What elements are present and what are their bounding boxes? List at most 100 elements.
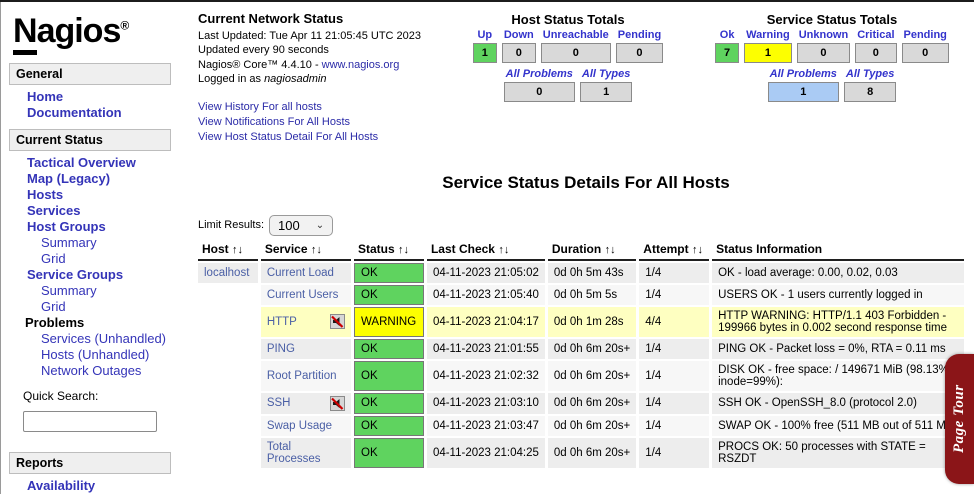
status-info-cell: OK - load average: 0.00, 0.02, 0.03: [712, 263, 964, 283]
sidebar-item-map-legacy[interactable]: Map (Legacy): [27, 171, 185, 187]
limit-results-row: Limit Results: 100 ⌄: [198, 215, 974, 236]
sidebar-item-services[interactable]: Services: [27, 203, 185, 219]
status-info-cell: DISK OK - free space: / 149671 MiB (98.1…: [712, 361, 964, 391]
sidebar-item-availability[interactable]: Availability: [27, 478, 185, 494]
service-link[interactable]: Current Load: [267, 267, 334, 279]
logo-rest: agios: [37, 12, 121, 50]
host-unreachable-link[interactable]: Unreachable: [541, 29, 611, 41]
view-notifications-link[interactable]: View Notifications For All Hosts: [198, 115, 443, 130]
notifications-disabled-icon[interactable]: [330, 396, 345, 411]
quick-search-input[interactable]: [23, 411, 157, 432]
service-link[interactable]: HTTP: [267, 316, 297, 328]
status-information-header-label: Status Information: [716, 242, 822, 256]
column-header-host: Host ↑↓: [198, 240, 258, 261]
service-header-label: Service: [265, 242, 308, 256]
sidebar-item-services-unhandled[interactable]: Services (Unhandled): [27, 331, 185, 347]
service-totals-aggregate-row: All Problems 1 All Types 8: [768, 68, 897, 102]
view-host-status-link[interactable]: View Host Status Detail For All Hosts: [198, 130, 443, 145]
service-link[interactable]: SSH: [267, 397, 291, 409]
service-pending-link[interactable]: Pending: [902, 29, 949, 41]
column-header-duration: Duration ↑↓: [548, 240, 636, 261]
service-critical-link[interactable]: Critical: [855, 29, 896, 41]
sort-descending-icon[interactable]: ↓: [697, 244, 703, 256]
host-unreachable-count: 0: [541, 43, 611, 63]
host-link[interactable]: localhost: [204, 267, 249, 279]
sidebar-item-hosts-unhandled[interactable]: Hosts (Unhandled): [27, 347, 185, 363]
service-link[interactable]: Total Processes: [267, 441, 321, 465]
sort-descending-icon[interactable]: ↓: [316, 244, 322, 256]
service-warning-count: 1: [744, 43, 792, 63]
service-totals-main-row: Ok7 Warning1 Unknown0 Critical0 Pending0: [715, 29, 949, 63]
attempt-cell: 4/4: [639, 307, 709, 337]
host-pending-count: 0: [616, 43, 663, 63]
network-status-title: Current Network Status: [198, 12, 443, 27]
attempt-cell: 1/4: [639, 361, 709, 391]
sort-descending-icon[interactable]: ↓: [504, 244, 510, 256]
service-ok-link[interactable]: Ok: [718, 29, 737, 41]
sort-descending-icon[interactable]: ↓: [404, 244, 410, 256]
host-cell: [198, 285, 258, 305]
top-info-row: Current Network Status Last Updated: Tue…: [198, 12, 974, 145]
current-network-status: Current Network Status Last Updated: Tue…: [198, 12, 443, 145]
page-tour-tab[interactable]: Page Tour: [945, 354, 974, 484]
general-links: Home Documentation: [3, 89, 185, 121]
sidebar-item-servicegroup-summary[interactable]: Summary: [27, 283, 185, 299]
status-badge: OK: [354, 393, 424, 414]
service-unknown-link[interactable]: Unknown: [797, 29, 851, 41]
sidebar: Nagios® General Home Documentation Curre…: [3, 2, 185, 494]
host-down-link[interactable]: Down: [502, 29, 536, 41]
service-link[interactable]: Swap Usage: [267, 420, 332, 432]
duration-cell: 0d 0h 6m 20s+: [548, 361, 636, 391]
service-all-problems-link[interactable]: All Problems: [768, 68, 839, 80]
view-history-link[interactable]: View History For all hosts: [198, 100, 443, 115]
sort-descending-icon[interactable]: ↓: [610, 244, 616, 256]
host-up-link[interactable]: Up: [475, 29, 494, 41]
sidebar-item-service-groups[interactable]: Service Groups: [27, 267, 185, 283]
column-header-attempt: Attempt ↑↓: [639, 240, 709, 261]
notifications-disabled-icon[interactable]: [330, 314, 345, 329]
service-cell: Current Users: [261, 285, 351, 305]
last-updated: Last Updated: Tue Apr 11 21:05:45 UTC 20…: [198, 29, 443, 44]
reports-links: Availability Trends (Legacy): [3, 478, 185, 494]
status-info-cell: HTTP WARNING: HTTP/1.1 403 Forbidden - 1…: [712, 307, 964, 337]
section-header-general: General: [9, 63, 171, 85]
service-all-types-count: 8: [844, 82, 897, 102]
limit-results-select[interactable]: 100 ⌄: [269, 215, 333, 236]
sidebar-item-tactical-overview[interactable]: Tactical Overview: [27, 155, 185, 171]
sidebar-item-home[interactable]: Home: [27, 89, 185, 105]
sidebar-item-hostgroup-summary[interactable]: Summary: [27, 235, 185, 251]
section-header-reports: Reports: [9, 452, 171, 474]
nagios-logo[interactable]: Nagios®: [3, 2, 185, 55]
attempt-cell: 1/4: [639, 438, 709, 468]
host-status-totals: Host Status Totals Up1 Down0 Unreachable…: [443, 12, 693, 102]
quick-search: Quick Search:: [3, 389, 185, 432]
sidebar-label-problems: Problems: [25, 315, 185, 331]
column-header-status-information: Status Information: [712, 240, 964, 261]
service-all-problems-count: 1: [768, 82, 839, 102]
host-pending-link[interactable]: Pending: [616, 29, 663, 41]
service-link[interactable]: PING: [267, 343, 295, 355]
attempt-cell: 1/4: [639, 285, 709, 305]
status-header-label: Status: [358, 242, 395, 256]
sidebar-item-network-outages[interactable]: Network Outages: [27, 363, 185, 379]
host-cell: localhost: [198, 263, 258, 283]
host-all-types-count: 1: [580, 82, 633, 102]
service-warning-link[interactable]: Warning: [744, 29, 792, 41]
sidebar-item-hosts[interactable]: Hosts: [27, 187, 185, 203]
duration-cell: 0d 0h 5m 43s: [548, 263, 636, 283]
sidebar-item-documentation[interactable]: Documentation: [27, 105, 185, 121]
service-all-types-link[interactable]: All Types: [844, 68, 897, 80]
sidebar-item-host-groups[interactable]: Host Groups: [27, 219, 185, 235]
table-row: Root Partition OK 04-11-2023 21:02:32 0d…: [198, 361, 964, 391]
status-info-cell: PING OK - Packet loss = 0%, RTA = 0.11 m…: [712, 339, 964, 359]
host-all-problems-link[interactable]: All Problems: [504, 68, 575, 80]
sidebar-item-servicegroup-grid[interactable]: Grid: [27, 299, 185, 315]
nagios-org-link[interactable]: www.nagios.org: [322, 59, 400, 71]
service-link[interactable]: Current Users: [267, 289, 339, 301]
version-text: Nagios® Core™ 4.4.10 -: [198, 59, 322, 71]
quick-search-label: Quick Search:: [23, 389, 98, 403]
sidebar-item-hostgroup-grid[interactable]: Grid: [27, 251, 185, 267]
sort-descending-icon[interactable]: ↓: [238, 244, 244, 256]
service-link[interactable]: Root Partition: [267, 370, 337, 382]
host-all-types-link[interactable]: All Types: [580, 68, 633, 80]
